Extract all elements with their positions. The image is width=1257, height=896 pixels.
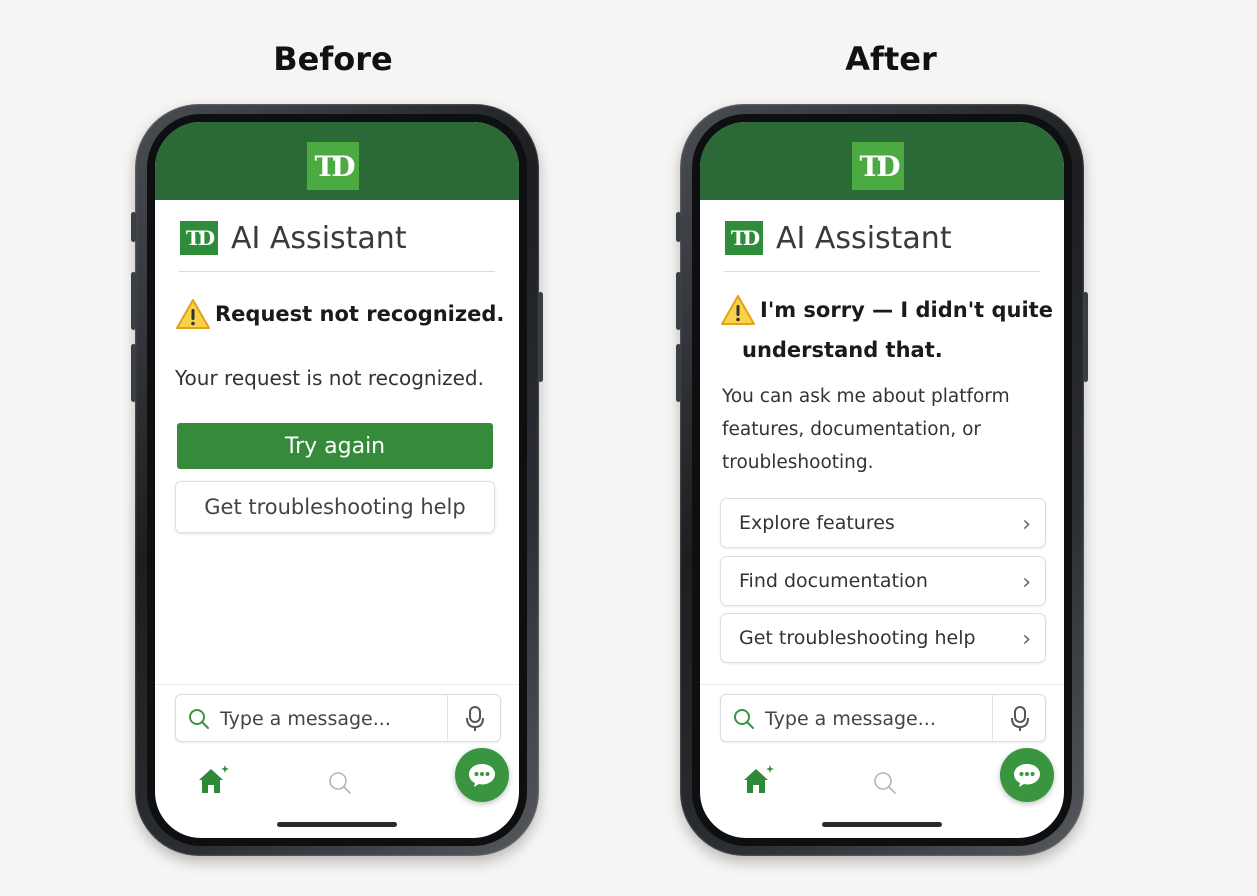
troubleshooting-button[interactable]: Get troubleshooting help: [175, 481, 495, 533]
search-icon: [734, 709, 754, 729]
search-icon[interactable]: [327, 770, 353, 796]
help-message-line3: troubleshooting.: [722, 452, 874, 473]
td-logo: TD: [852, 142, 904, 190]
microphone-icon[interactable]: [1009, 705, 1031, 733]
phone-side-button: [131, 344, 136, 402]
td-logo: TD: [307, 142, 359, 190]
message-composer[interactable]: Type a message...: [720, 694, 1046, 742]
composer-divider: [155, 684, 519, 685]
chat-bubble-icon: [1014, 764, 1040, 787]
divider: [992, 695, 993, 741]
explore-features-option[interactable]: Explore features ›: [720, 498, 1046, 548]
phone-side-button: [676, 344, 681, 402]
chat-fab-button[interactable]: [1000, 748, 1054, 802]
message-input-placeholder[interactable]: Type a message...: [220, 708, 391, 730]
td-mini-logo: TD: [180, 221, 218, 255]
warning-triangle-icon: [721, 295, 755, 325]
divider: [447, 695, 448, 741]
search-icon[interactable]: [872, 770, 898, 796]
screen-before: TD TD AI Assistant Request not recognize…: [155, 122, 519, 838]
phone-before: TD TD AI Assistant Request not recognize…: [131, 104, 543, 856]
phone-side-button: [131, 212, 136, 242]
sorry-heading-line1: I'm sorry — I didn't quite: [760, 298, 1053, 322]
app-title-bar: TD AI Assistant: [180, 218, 407, 258]
chat-fab-button[interactable]: [455, 748, 509, 802]
option-label: Get troubleshooting help: [739, 627, 976, 649]
app-title: AI Assistant: [231, 220, 407, 256]
phone-side-button: [538, 292, 543, 382]
help-message-line1: You can ask me about platform: [722, 386, 1010, 407]
app-header: TD: [155, 122, 519, 200]
app-title: AI Assistant: [776, 220, 952, 256]
message-input-placeholder[interactable]: Type a message...: [765, 708, 936, 730]
home-indicator: [277, 822, 397, 827]
option-label: Explore features: [739, 512, 895, 534]
warning-triangle-icon: [176, 299, 210, 329]
search-icon: [189, 709, 209, 729]
error-heading-row: Request not recognized.: [175, 298, 504, 330]
microphone-icon[interactable]: [464, 705, 486, 733]
chat-bubble-icon: [469, 764, 495, 787]
home-sparkle-icon[interactable]: [740, 762, 776, 798]
error-heading: Request not recognized.: [215, 302, 505, 326]
app-title-bar: TD AI Assistant: [725, 218, 952, 258]
try-again-button[interactable]: Try again: [177, 423, 493, 469]
find-documentation-option[interactable]: Find documentation ›: [720, 556, 1046, 606]
phone-side-button: [676, 212, 681, 242]
home-indicator: [822, 822, 942, 827]
sorry-heading-line2: understand that.: [742, 338, 943, 362]
before-title: Before: [273, 40, 393, 78]
sorry-heading-row: I'm sorry — I didn't quite: [720, 294, 1053, 326]
error-message: Your request is not recognized.: [175, 366, 484, 390]
screen-after: TD TD AI Assistant I'm sorry — I didn't …: [700, 122, 1064, 838]
chevron-right-icon: ›: [1022, 627, 1031, 652]
after-title: After: [845, 40, 937, 78]
chevron-right-icon: ›: [1022, 512, 1031, 537]
message-composer[interactable]: Type a message...: [175, 694, 501, 742]
phone-side-button: [676, 272, 681, 330]
chevron-right-icon: ›: [1022, 570, 1031, 595]
phone-after: TD TD AI Assistant I'm sorry — I didn't …: [676, 104, 1088, 856]
option-label: Find documentation: [739, 570, 928, 592]
divider: [724, 271, 1040, 272]
troubleshooting-help-option[interactable]: Get troubleshooting help ›: [720, 613, 1046, 663]
divider: [179, 271, 495, 272]
td-mini-logo: TD: [725, 221, 763, 255]
phone-side-button: [131, 272, 136, 330]
app-header: TD: [700, 122, 1064, 200]
composer-divider: [700, 684, 1064, 685]
phone-side-button: [1083, 292, 1088, 382]
help-message-line2: features, documentation, or: [722, 419, 981, 440]
home-sparkle-icon[interactable]: [195, 762, 231, 798]
